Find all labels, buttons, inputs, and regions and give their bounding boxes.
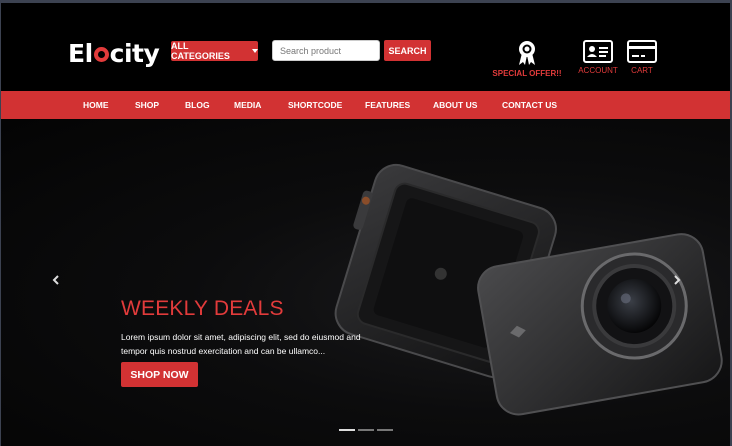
nav-item-about-us[interactable]: ABOUT US [433,91,477,119]
nav-item-shortcode[interactable]: SHORTCODE [288,91,342,119]
all-categories-button[interactable]: All Categories [171,41,258,61]
special-offer-label: SPECIAL OFFER!! [492,69,562,78]
cart-label: CART [631,66,653,75]
nav-item-home[interactable]: HOME [83,91,109,119]
search-button[interactable]: SEARCH [384,40,431,61]
chevron-right-icon [674,275,681,285]
logo-prefix: El [68,38,93,68]
award-ribbon-icon [519,41,535,65]
prev-slide-arrow[interactable] [49,273,63,287]
header: Elcity All Categories SEARCH SPECIAL OFF… [1,3,730,90]
nav-item-contact-us[interactable]: CONTACT US [502,91,557,119]
id-card-icon [583,40,613,63]
slide-dot-1[interactable] [339,429,355,431]
cart-link[interactable]: CART [621,40,663,75]
logo-suffix: city [109,38,160,68]
caret-down-icon [252,49,258,53]
account-label: ACCOUNT [578,66,618,75]
logo-ring-icon [93,46,109,62]
chevron-left-icon [52,275,59,285]
main-nav: HOME SHOP BLOG MEDIA SHORTCODE FEATURES … [1,91,730,119]
logo[interactable]: El city [68,36,160,70]
slide-dot-2[interactable] [358,429,374,431]
nav-item-shop[interactable]: SHOP [135,91,159,119]
hero-slider: WEEKLY DEALS Lorem ipsum dolor sit amet,… [1,119,730,446]
hero-title: WEEKLY DEALS [121,297,284,320]
nav-item-features[interactable]: FEATURES [365,91,410,119]
credit-card-icon [627,40,657,63]
all-categories-label: All Categories [171,41,230,61]
search-input[interactable] [272,40,380,61]
nav-item-blog[interactable]: BLOG [185,91,210,119]
action-camera-front-image [477,233,723,416]
page: Elcity All Categories SEARCH SPECIAL OFF… [1,3,730,446]
next-slide-arrow[interactable] [670,273,684,287]
special-offer-link[interactable]: SPECIAL OFFER!! [492,40,562,78]
nav-item-media[interactable]: MEDIA [234,91,261,119]
shop-now-button[interactable]: SHOP NOW [121,362,198,387]
account-link[interactable]: ACCOUNT [573,40,623,75]
slide-dot-3[interactable] [377,429,393,431]
hero-text: Lorem ipsum dolor sit amet, adipiscing e… [121,332,361,356]
